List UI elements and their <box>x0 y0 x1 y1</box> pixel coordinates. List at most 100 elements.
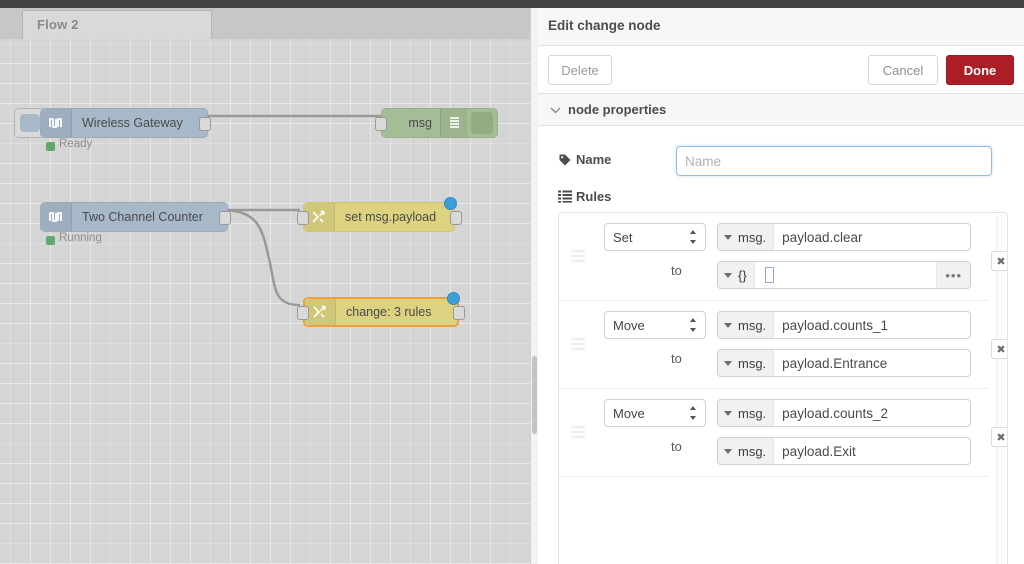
rule-value-text <box>755 267 774 284</box>
rule-value-field[interactable]: msg. payload.Entrance <box>717 349 971 377</box>
name-label: Name <box>576 152 611 167</box>
node-status-text: Running <box>59 232 102 244</box>
flow-node-label: set msg.payload <box>345 210 436 224</box>
rule-value-type-selector[interactable]: {} <box>718 262 755 288</box>
node-status-dot <box>46 142 55 151</box>
rule-target-type-selector[interactable]: msg. <box>718 400 774 426</box>
node-changed-indicator <box>444 197 457 210</box>
drag-handle-icon[interactable] <box>571 426 585 438</box>
rule-action-select[interactable]: Set <box>604 223 706 251</box>
chevron-down-icon <box>550 103 561 117</box>
change-icon <box>305 299 336 325</box>
flow-node-label: Two Channel Counter <box>82 210 203 224</box>
node-properties-section-header[interactable]: node properties <box>538 94 1024 126</box>
pulse-icon <box>41 203 72 231</box>
node-properties-form: Name Rules <box>538 126 1024 564</box>
node-changed-indicator <box>447 292 460 305</box>
edit-node-panel: Edit change node Delete Cancel Done node… <box>538 8 1024 564</box>
node-status-dot <box>46 236 55 245</box>
node-output-port[interactable] <box>453 306 465 320</box>
rule-action-select-wrap: Set <box>604 223 706 251</box>
drag-handle-icon[interactable] <box>571 250 585 262</box>
flow-canvas[interactable]: Wireless Gateway Ready msg <box>0 39 530 564</box>
node-input-port[interactable] <box>375 117 387 131</box>
rules-list: Set msg. <box>558 212 1008 564</box>
delete-button[interactable]: Delete <box>548 55 612 85</box>
rule-target-property: payload.clear <box>774 230 862 245</box>
rule-value-type-selector[interactable]: msg. <box>718 350 774 376</box>
name-row: Name <box>558 146 1004 176</box>
chevron-down-icon <box>724 323 732 328</box>
rule-to-label: to <box>671 351 682 366</box>
node-stub-inner <box>20 114 40 132</box>
flow-node-change-3-rules[interactable]: change: 3 rules <box>303 297 459 327</box>
panel-toolbar: Delete Cancel Done <box>538 46 1024 94</box>
rule-delete-button[interactable]: ✖ <box>991 251 1008 271</box>
tag-icon <box>558 153 572 172</box>
rule-target-context: msg. <box>738 406 766 421</box>
chevron-down-icon <box>724 235 732 240</box>
rule-delete-button[interactable]: ✖ <box>991 339 1008 359</box>
rule-row: Move msg. <box>559 301 989 389</box>
pulse-icon <box>41 109 72 137</box>
rule-target-property: payload.counts_1 <box>774 318 888 333</box>
flow-node-label: Wireless Gateway <box>82 116 183 130</box>
rule-action-select[interactable]: Move <box>604 399 706 427</box>
cancel-button[interactable]: Cancel <box>868 55 938 85</box>
panel-title-text: Edit change node <box>548 18 661 33</box>
chevron-down-icon <box>724 361 732 366</box>
flow-node-wireless-gateway[interactable]: Wireless Gateway <box>40 108 208 138</box>
node-output-port[interactable] <box>199 117 211 131</box>
chevron-down-icon <box>724 273 732 278</box>
debug-icon <box>440 109 467 137</box>
drag-handle-icon[interactable] <box>571 338 585 350</box>
rule-action-select-wrap: Move <box>604 311 706 339</box>
rule-target-context: msg. <box>738 318 766 333</box>
rule-target-field[interactable]: msg. payload.clear <box>717 223 971 251</box>
rule-value-context: msg. <box>738 356 766 371</box>
rule-target-context: msg. <box>738 230 766 245</box>
flow-node-debug-msg[interactable]: msg <box>381 108 498 138</box>
done-button[interactable]: Done <box>946 55 1014 85</box>
debug-toggle-button[interactable] <box>471 112 493 134</box>
flow-node-label: msg <box>408 116 432 130</box>
name-input[interactable] <box>676 146 992 176</box>
rules-label: Rules <box>576 189 611 204</box>
chevron-down-icon <box>724 449 732 454</box>
node-status-text: Ready <box>59 138 92 150</box>
rule-row: Move msg. <box>559 389 989 477</box>
rule-action-select-wrap: Move <box>604 399 706 427</box>
rule-target-field[interactable]: msg. payload.counts_2 <box>717 399 971 427</box>
rule-value-type-selector[interactable]: msg. <box>718 438 774 464</box>
rule-target-property: payload.counts_2 <box>774 406 888 421</box>
node-red-editor-window: Flow 2 Wireless Gateway <box>0 0 1024 564</box>
rule-target-type-selector[interactable]: msg. <box>718 224 774 250</box>
flow-tab-label: Flow 2 <box>37 17 79 32</box>
app-header-bar <box>0 0 1024 8</box>
rule-row: Set msg. <box>559 213 989 301</box>
node-input-port[interactable] <box>297 211 309 225</box>
splitter-grip[interactable] <box>532 356 537 434</box>
flow-node-set-msg-payload[interactable]: set msg.payload <box>303 202 455 232</box>
rule-value-type: {} <box>738 268 747 283</box>
rule-value-property: payload.Entrance <box>774 356 887 371</box>
node-input-port[interactable] <box>297 306 309 320</box>
rule-value-field[interactable]: {} ••• <box>717 261 971 289</box>
panel-title-bar: Edit change node <box>538 8 1024 46</box>
rule-value-field[interactable]: msg. payload.Exit <box>717 437 971 465</box>
rule-action-select[interactable]: Move <box>604 311 706 339</box>
rule-delete-button[interactable]: ✖ <box>991 427 1008 447</box>
rule-target-type-selector[interactable]: msg. <box>718 312 774 338</box>
flow-tab-bar: Flow 2 <box>0 8 530 40</box>
list-icon <box>558 190 572 208</box>
node-properties-label: node properties <box>568 102 666 117</box>
flow-node-two-channel-counter[interactable]: Two Channel Counter <box>40 202 228 232</box>
rule-value-expand-button[interactable]: ••• <box>936 262 970 288</box>
node-output-port[interactable] <box>219 211 231 225</box>
flow-editor: Flow 2 Wireless Gateway <box>0 8 530 564</box>
rule-to-label: to <box>671 439 682 454</box>
node-output-port[interactable] <box>450 211 462 225</box>
rule-value-property: payload.Exit <box>774 444 856 459</box>
rule-target-field[interactable]: msg. payload.counts_1 <box>717 311 971 339</box>
flow-tab-flow-2[interactable]: Flow 2 <box>22 10 212 40</box>
